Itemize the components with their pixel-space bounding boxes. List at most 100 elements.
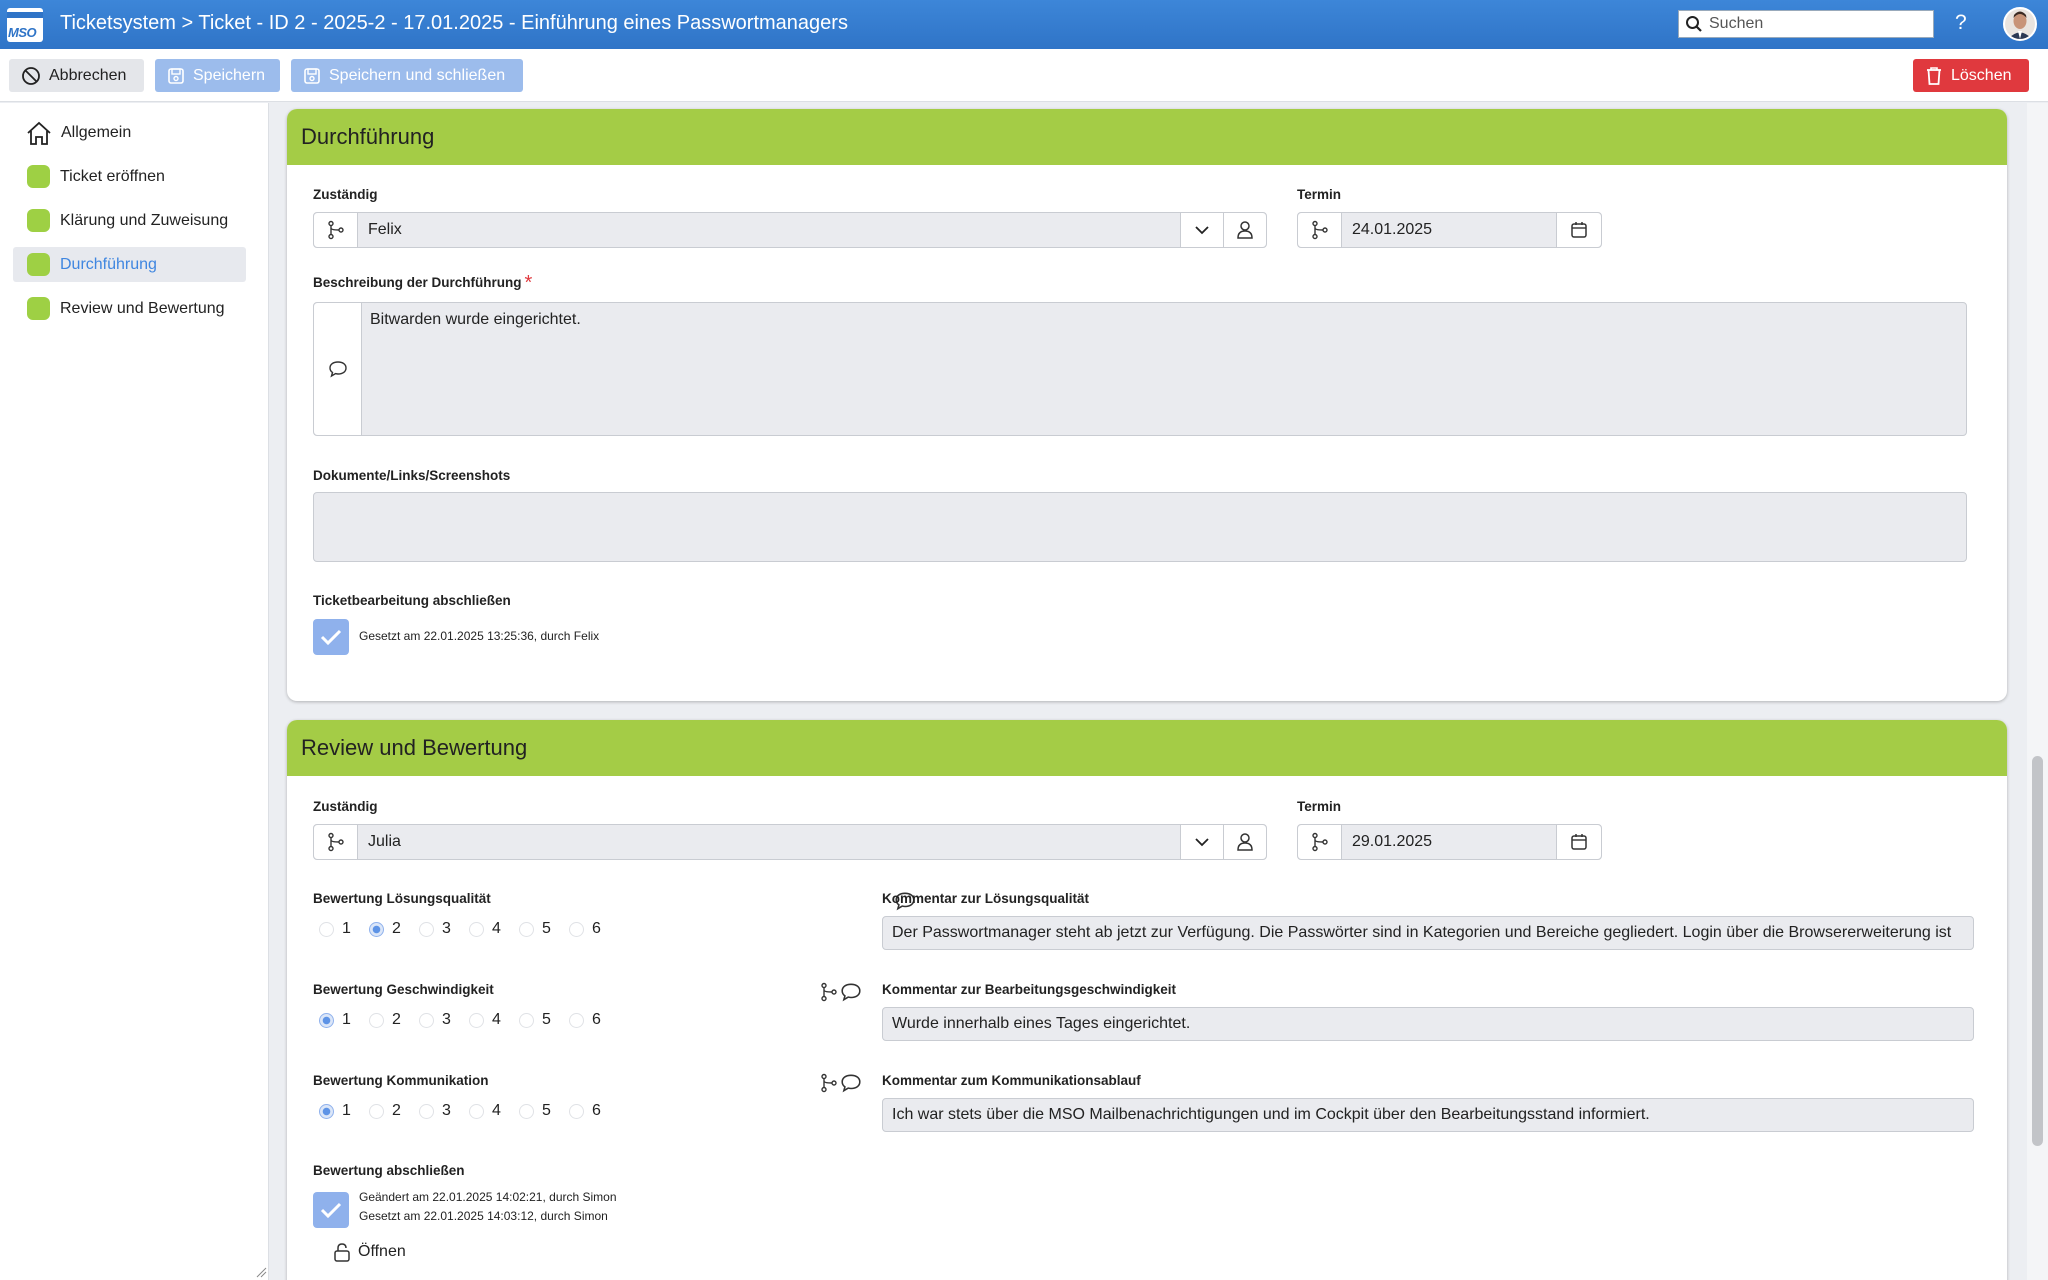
rating-option[interactable]: 4 — [463, 1011, 513, 1029]
section-review: Review und Bewertung Zuständig Julia Ter… — [287, 720, 2007, 1280]
section-title: Review und Bewertung — [287, 720, 2007, 776]
comment-icon[interactable] — [840, 982, 862, 1002]
workflow-icon[interactable] — [1298, 825, 1342, 859]
ticketbearbeitung-info: Gesetzt am 22.01.2025 13:25:36, durch Fe… — [359, 629, 600, 643]
trash-icon — [1927, 66, 1941, 85]
zustaendig-value: Felix — [368, 221, 402, 238]
comment-icon[interactable] — [314, 303, 362, 435]
search-icon — [1686, 16, 1702, 32]
user-icon[interactable] — [1223, 825, 1266, 859]
termin-field[interactable]: 24.01.2025 — [1297, 212, 1602, 248]
termin-value: 29.01.2025 — [1352, 833, 1433, 850]
save-icon — [168, 67, 184, 84]
save-icon — [304, 67, 320, 84]
loesungsqualitaet-rating: 1 2 3 4 5 6 — [313, 920, 613, 938]
rating-option[interactable]: 5 — [513, 920, 563, 938]
beschreibung-value: Bitwarden wurde eingerichtet. — [370, 311, 581, 328]
status-dot — [27, 209, 50, 232]
rating-option[interactable]: 2 — [363, 1011, 413, 1029]
rating-option-selected[interactable]: 1 — [313, 1102, 363, 1120]
kommunikation-label: Bewertung Kommunikation — [313, 1073, 489, 1088]
workflow-icon[interactable] — [314, 825, 358, 859]
kommunikation-rating: 1 2 3 4 5 6 — [313, 1102, 613, 1120]
cancel-button[interactable]: Abbrechen — [9, 59, 144, 92]
workflow-icon[interactable] — [1298, 213, 1342, 247]
kommentar-kommunikation-field[interactable]: Ich war stets über die MSO Mailbenachric… — [882, 1098, 1974, 1132]
main-content: Durchführung Zuständig Felix Termin 24.0… — [270, 103, 2027, 1280]
window-title: Ticketsystem > Ticket - ID 2 - 2025-2 - … — [60, 12, 848, 34]
sidebar: Allgemein Ticket eröffnen Klärung und Zu… — [0, 103, 269, 1280]
rating-option[interactable]: 5 — [513, 1011, 563, 1029]
zustaendig-field[interactable]: Julia — [313, 824, 1267, 860]
zustaendig-label: Zuständig — [313, 799, 378, 814]
zustaendig-label: Zuständig — [313, 187, 378, 202]
calendar-icon[interactable] — [1556, 213, 1601, 247]
checkmark-icon — [320, 629, 342, 646]
sidebar-item-allgemein[interactable]: Allgemein — [13, 115, 246, 150]
search-box[interactable] — [1678, 10, 1934, 38]
sidebar-item-review[interactable]: Review und Bewertung — [13, 291, 246, 326]
status-dot — [27, 165, 50, 188]
delete-button[interactable]: Löschen — [1913, 59, 2029, 92]
comment-icon[interactable] — [840, 1073, 862, 1093]
termin-field[interactable]: 29.01.2025 — [1297, 824, 1602, 860]
resize-handle-icon[interactable] — [255, 1266, 267, 1278]
rating-option-selected[interactable]: 1 — [313, 1011, 363, 1029]
save-button[interactable]: Speichern — [155, 59, 280, 92]
workflow-icon[interactable] — [820, 1073, 838, 1093]
home-icon — [27, 121, 51, 145]
bewertung-set-info: Gesetzt am 22.01.2025 14:03:12, durch Si… — [359, 1209, 608, 1223]
unlock-icon — [334, 1243, 350, 1262]
kommentar-loesung-label: Kommentar zur Lösungsqualität — [882, 891, 1090, 906]
help-icon[interactable]: ? — [1955, 11, 1967, 35]
save-and-close-button[interactable]: Speichern und schließen — [291, 59, 523, 92]
workflow-icon[interactable] — [820, 982, 838, 1002]
bewertung-abschliessen-label: Bewertung abschließen — [313, 1163, 465, 1178]
open-button[interactable]: Öffnen — [333, 1242, 406, 1262]
rating-option[interactable]: 6 — [563, 920, 613, 938]
termin-label: Termin — [1297, 187, 1342, 202]
chevron-down-icon[interactable] — [1180, 213, 1223, 247]
rating-option[interactable]: 3 — [413, 1102, 463, 1120]
ticketbearbeitung-checkbox[interactable] — [313, 619, 349, 655]
status-dot — [27, 297, 50, 320]
user-avatar[interactable] — [2003, 7, 2037, 41]
rating-option[interactable]: 4 — [463, 920, 513, 938]
bewertung-changed-info: Geändert am 22.01.2025 14:02:21, durch S… — [359, 1190, 617, 1204]
sidebar-item-klaerung[interactable]: Klärung und Zuweisung — [13, 203, 246, 238]
rating-option-selected[interactable]: 2 — [363, 920, 413, 938]
zustaendig-value: Julia — [368, 833, 401, 850]
bewertung-abschliessen-checkbox[interactable] — [313, 1192, 349, 1228]
section-title: Durchführung — [287, 109, 2007, 165]
dokumente-label: Dokumente/Links/Screenshots — [313, 468, 511, 483]
rating-option[interactable]: 1 — [313, 920, 363, 938]
rating-option[interactable]: 4 — [463, 1102, 513, 1120]
rating-option[interactable]: 5 — [513, 1102, 563, 1120]
title-bar: MSO Ticketsystem > Ticket - ID 2 - 2025-… — [0, 0, 2048, 49]
rating-option[interactable]: 2 — [363, 1102, 413, 1120]
kommentar-kommunikation-label: Kommentar zum Kommunikationsablauf — [882, 1073, 1141, 1088]
zustaendig-field[interactable]: Felix — [313, 212, 1267, 248]
kommentar-loesung-field[interactable]: Der Passwortmanager steht ab jetzt zur V… — [882, 916, 1974, 950]
termin-label: Termin — [1297, 799, 1342, 814]
sidebar-item-ticket-eroeffnen[interactable]: Ticket eröffnen — [13, 159, 246, 194]
beschreibung-textarea[interactable]: Bitwarden wurde eingerichtet. — [313, 302, 1967, 436]
loesungsqualitaet-label: Bewertung Lösungsqualität — [313, 891, 491, 906]
scrollbar-thumb[interactable] — [2032, 756, 2043, 1146]
calendar-icon[interactable] — [1556, 825, 1601, 859]
geschwindigkeit-rating: 1 2 3 4 5 6 — [313, 1011, 613, 1029]
search-input[interactable] — [1709, 15, 1919, 33]
rating-option[interactable]: 3 — [413, 920, 463, 938]
sidebar-item-durchfuehrung[interactable]: Durchführung — [13, 247, 246, 282]
chevron-down-icon[interactable] — [1180, 825, 1223, 859]
vertical-scrollbar[interactable] — [2027, 103, 2048, 1280]
termin-value: 24.01.2025 — [1352, 221, 1433, 238]
rating-option[interactable]: 6 — [563, 1102, 613, 1120]
kommentar-geschwindigkeit-field[interactable]: Wurde innerhalb eines Tages eingerichtet… — [882, 1007, 1974, 1041]
user-icon[interactable] — [1223, 213, 1266, 247]
rating-option[interactable]: 6 — [563, 1011, 613, 1029]
rating-option[interactable]: 3 — [413, 1011, 463, 1029]
dokumente-field[interactable] — [313, 492, 1967, 562]
required-marker: * — [524, 272, 533, 294]
workflow-icon[interactable] — [314, 213, 358, 247]
